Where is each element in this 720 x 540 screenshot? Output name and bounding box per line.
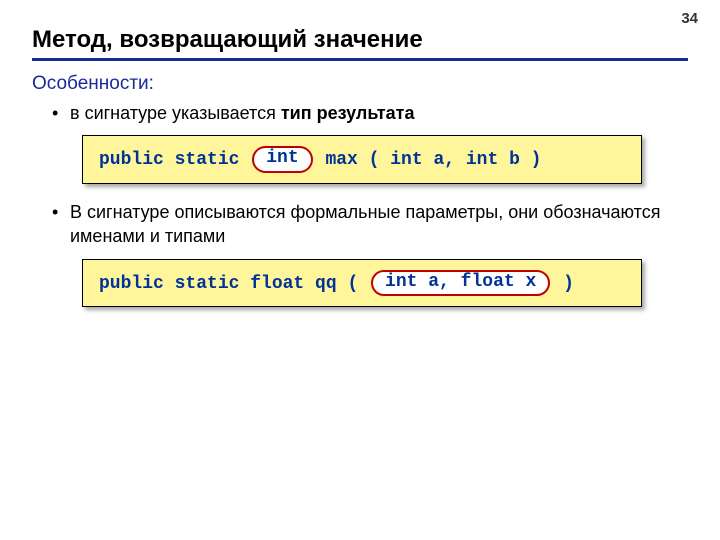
code1-post: max ( int a, int b )	[315, 150, 542, 170]
section-subhead: Особенности:	[32, 73, 688, 95]
code1-pre: public static	[99, 150, 250, 170]
page-number: 34	[681, 10, 698, 27]
bullet-item-2: В сигнатуре описываются формальные парам…	[56, 200, 688, 249]
bullet-list-2: В сигнатуре описываются формальные парам…	[32, 200, 688, 249]
code2-highlight-pill: int a, float x	[371, 270, 550, 297]
slide-title: Метод, возвращающий значение	[32, 26, 688, 61]
bullet-list: в сигнатуре указывается тип результата	[32, 101, 688, 125]
code-block-2-wrap: public static float qq ( int a, float x …	[82, 259, 642, 308]
code2-post: )	[552, 274, 574, 294]
code1-highlight-pill: int	[252, 146, 312, 173]
bullet-1-bold: тип результата	[281, 103, 415, 123]
code-block-1-wrap: public static int max ( int a, int b )	[82, 135, 642, 184]
bullet-item-1: в сигнатуре указывается тип результата	[56, 101, 688, 125]
bullet-1-text: в сигнатуре указывается	[70, 103, 281, 123]
code2-pre: public static float qq (	[99, 274, 369, 294]
code-block-2: public static float qq ( int a, float x …	[82, 259, 642, 308]
code-block-1: public static int max ( int a, int b )	[82, 135, 642, 184]
bullet-2-text: В сигнатуре описываются формальные парам…	[70, 202, 660, 246]
